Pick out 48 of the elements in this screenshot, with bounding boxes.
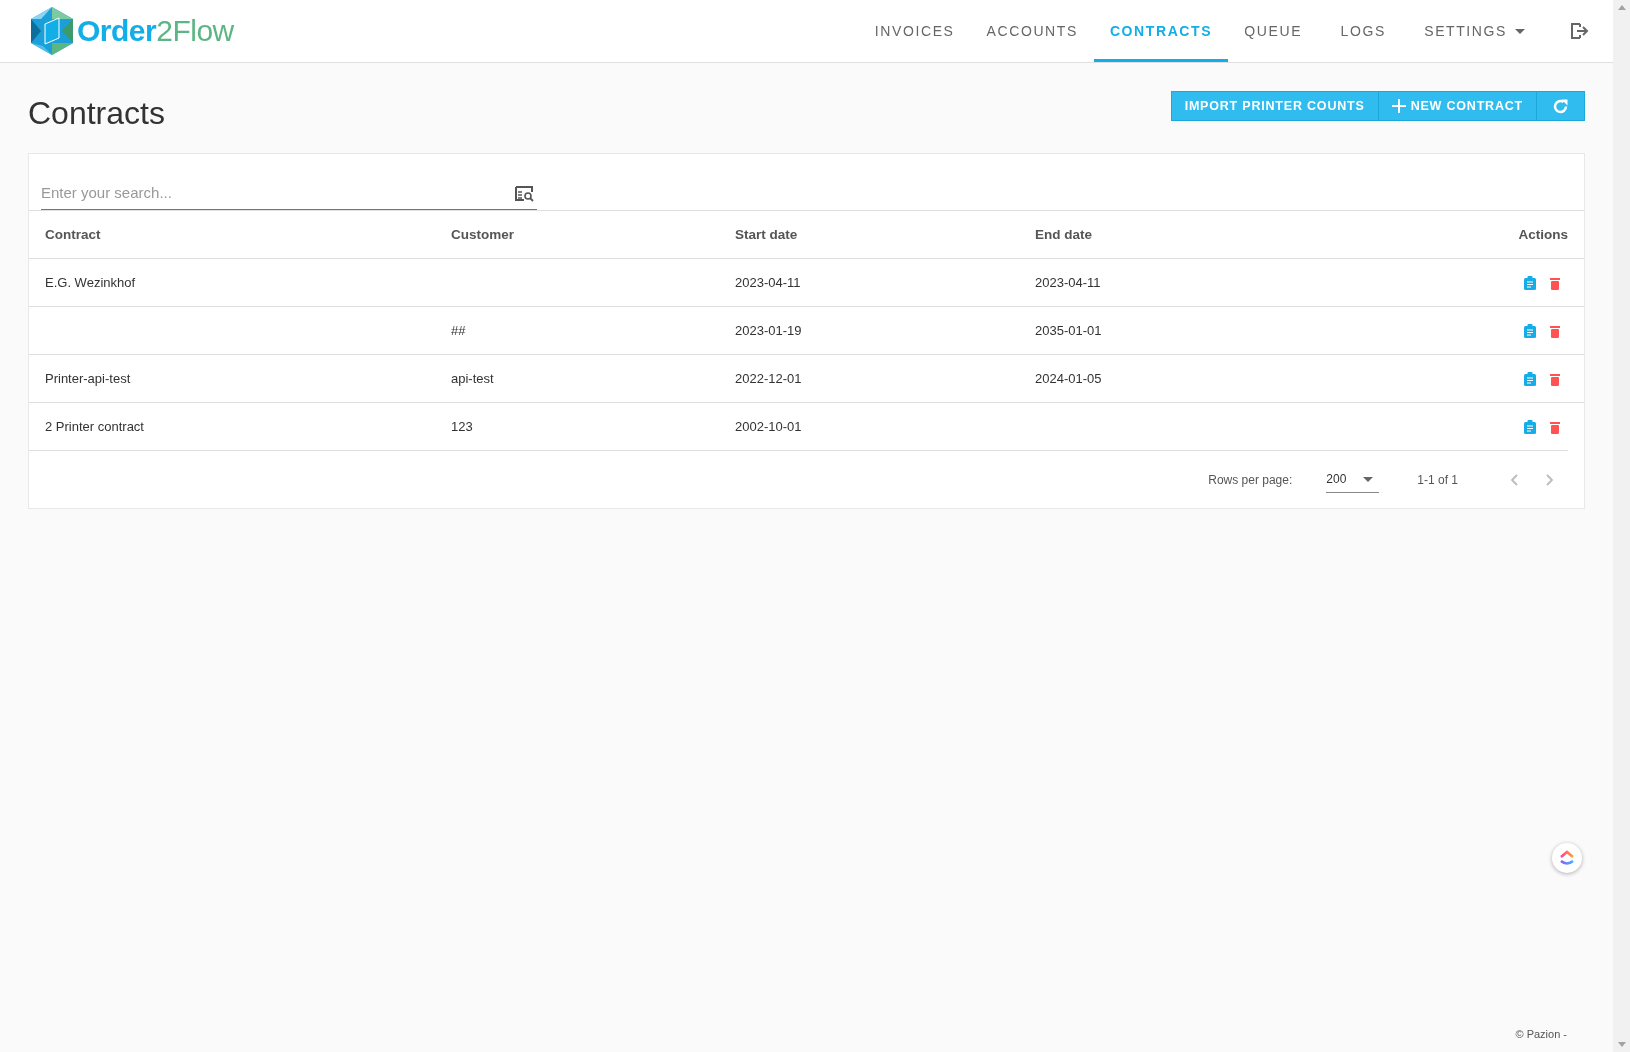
search-field[interactable]: Enter your search... <box>41 176 537 210</box>
nav-tab[interactable]: INVOICES <box>858 0 971 62</box>
rows-per-page-select[interactable]: 200 <box>1326 466 1380 493</box>
trash-icon[interactable] <box>1550 372 1560 386</box>
table-cell: E.G. Wezinkhof <box>45 275 136 290</box>
nav-tab[interactable]: QUEUE <box>1228 0 1319 62</box>
previous-page-icon[interactable] <box>1510 473 1518 486</box>
column-header: Start date <box>719 211 1019 259</box>
table-cell: api-test <box>451 371 494 386</box>
column-header: Customer <box>435 211 719 259</box>
nav-tab[interactable]: SETTINGS <box>1408 0 1541 62</box>
table-cell: Printer-api-test <box>45 371 131 386</box>
nav-tab[interactable]: ACCOUNTS <box>970 0 1094 62</box>
rows-per-page-label: Rows per page: <box>1208 472 1293 487</box>
table-cell: 2022-12-01 <box>735 371 802 386</box>
clipboard-icon[interactable] <box>1524 276 1536 291</box>
table-cell: 2023-04-11 <box>735 275 801 290</box>
clipboard-icon[interactable] <box>1524 372 1536 387</box>
page-range: 1-1 of 1 <box>1417 472 1458 487</box>
table-cell: 2023-04-11 <box>1035 275 1101 290</box>
table-cell: 2024-01-05 <box>1035 371 1102 386</box>
clipboard-icon[interactable] <box>1524 420 1536 435</box>
clipboard-icon[interactable] <box>1524 324 1536 339</box>
table-cell: 2023-01-19 <box>735 323 802 338</box>
table-cell: 2 Printer contract <box>45 419 144 434</box>
help-chat-button[interactable] <box>1552 843 1582 873</box>
table-cell: ## <box>451 323 466 338</box>
logo-wordmark: Order2Flow <box>77 14 234 48</box>
column-header: Actions <box>1328 211 1584 259</box>
trash-icon[interactable] <box>1550 420 1560 434</box>
table-cell: 123 <box>451 419 473 434</box>
column-header: End date <box>1019 211 1329 259</box>
hexagon-logo-icon <box>29 6 75 56</box>
logout-icon[interactable] <box>1569 21 1589 41</box>
table-cell: 2002-10-01 <box>735 419 802 434</box>
scrollbar[interactable] <box>1613 0 1630 1052</box>
search-icon <box>515 185 535 203</box>
refresh-icon <box>1552 97 1569 115</box>
chevrons-icon <box>1559 850 1575 866</box>
page-title: Contracts <box>28 95 165 132</box>
plus-icon <box>1391 99 1406 113</box>
trash-icon[interactable] <box>1550 324 1560 338</box>
table-cell: 2035-01-01 <box>1035 323 1102 338</box>
copyright-text: © Pazion - <box>1515 1028 1567 1040</box>
next-page-icon[interactable] <box>1546 473 1554 486</box>
nav-tab[interactable]: LOGS <box>1318 0 1409 62</box>
column-header: Contract <box>29 211 435 259</box>
trash-icon[interactable] <box>1550 276 1560 290</box>
